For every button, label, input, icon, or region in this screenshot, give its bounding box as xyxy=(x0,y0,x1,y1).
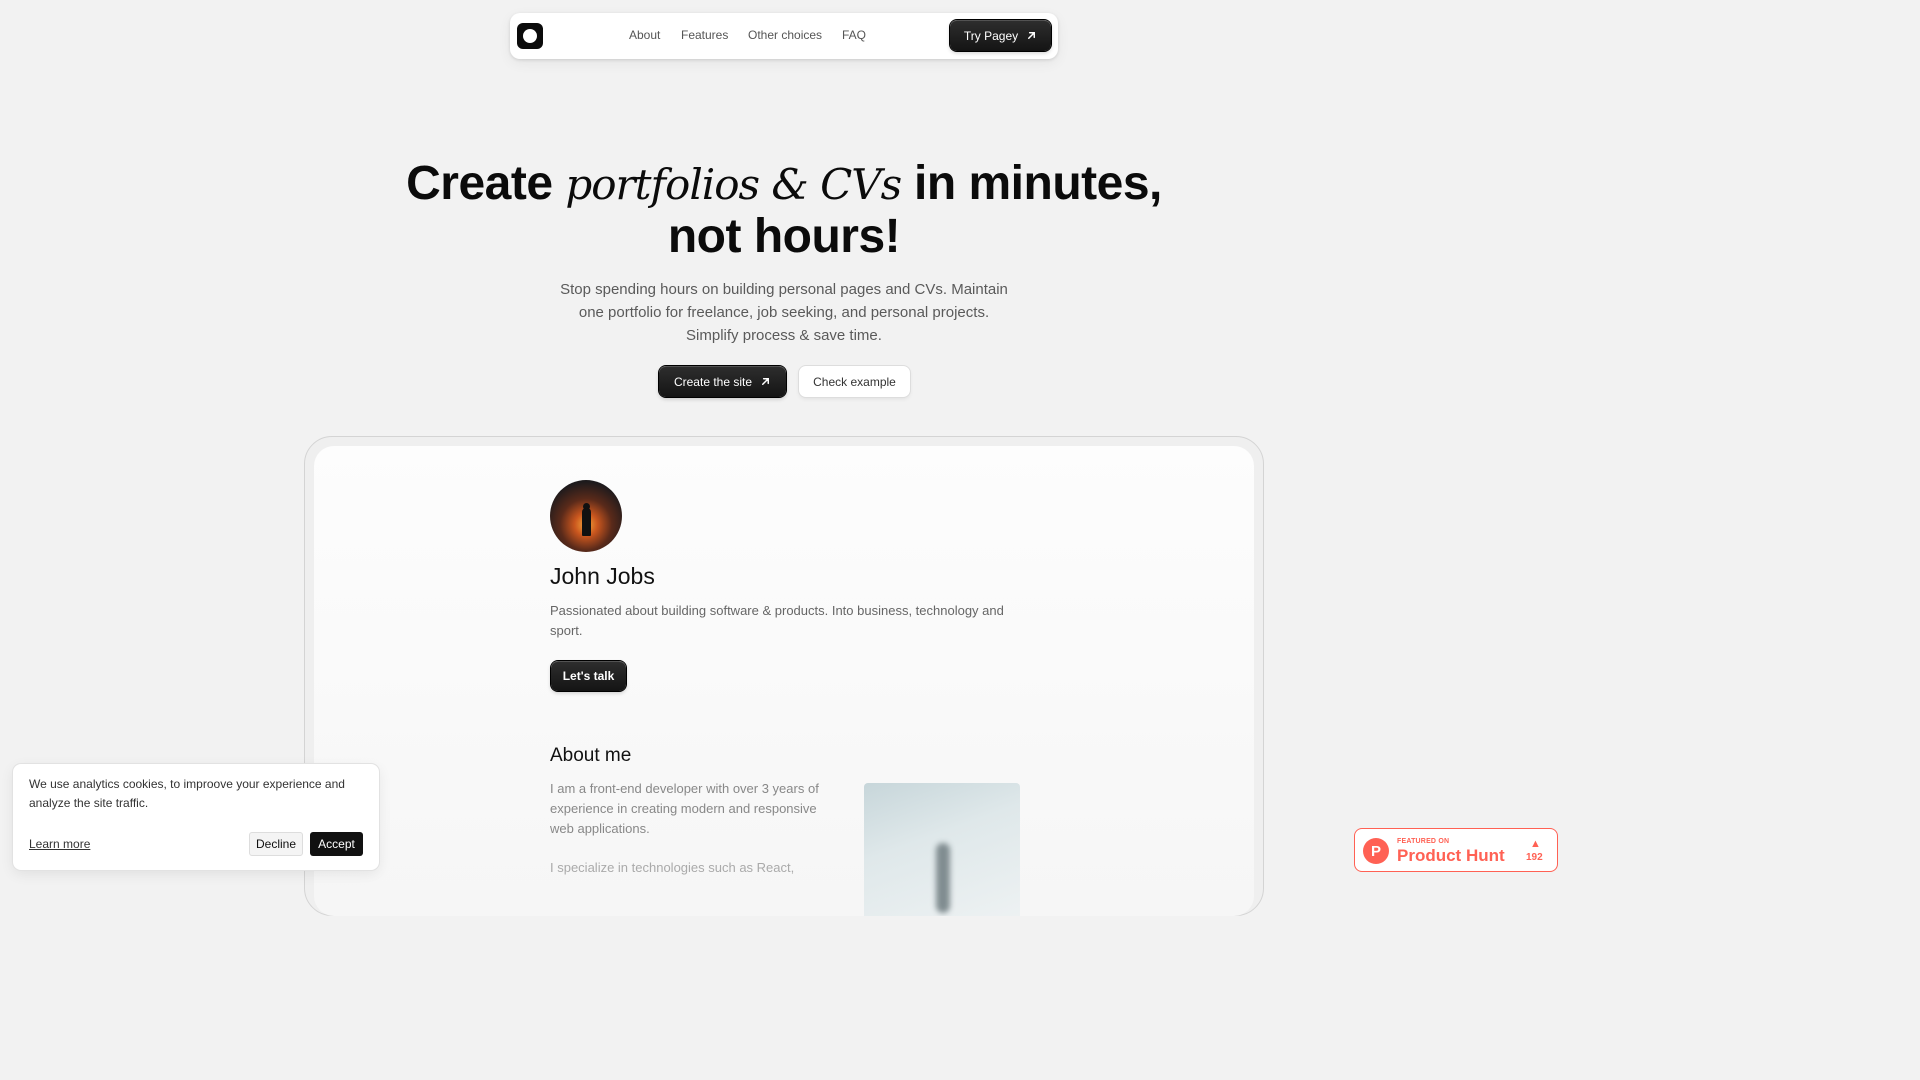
portfolio-preview: John Jobs Passionated about building sof… xyxy=(314,446,1254,916)
hero-title-end: in minutes, xyxy=(901,157,1162,210)
hero-title-italic: portfolios & CVs xyxy=(565,160,902,209)
profile-bio: Passionated about building software & pr… xyxy=(550,603,1004,638)
cookie-banner: We use analytics cookies, to improove yo… xyxy=(13,764,379,870)
create-site-button[interactable]: Create the site xyxy=(659,366,786,397)
lets-talk-button[interactable]: Let's talk xyxy=(551,661,626,691)
hero-subtitle: Stop spending hours on building personal… xyxy=(560,281,1008,344)
learn-more-link[interactable]: Learn more xyxy=(29,837,90,851)
nav-link-other-choices[interactable]: Other choices xyxy=(748,28,822,42)
about-me-text: I am a front-end developer with over 3 y… xyxy=(550,781,819,836)
hero-title-line2: not hours! xyxy=(667,210,901,263)
hero-title-start: Create xyxy=(406,157,566,210)
accept-button[interactable]: Accept xyxy=(310,832,363,856)
check-example-label: Check example xyxy=(813,374,896,389)
arrow-up-right-icon xyxy=(762,378,769,385)
product-hunt-votes: 192 xyxy=(1526,852,1543,863)
arrow-up-right-icon xyxy=(1028,32,1036,39)
cookie-text: We use analytics cookies, to improove yo… xyxy=(29,777,345,810)
top-navbar: About Features Other choices FAQ Try Pag… xyxy=(510,13,1058,59)
avatar-figure-body xyxy=(582,508,591,536)
try-pagey-button[interactable]: Try Pagey xyxy=(950,20,1051,51)
decline-button[interactable]: Decline xyxy=(249,832,303,856)
product-hunt-logo-icon: P xyxy=(1363,838,1389,864)
about-me-heading: About me xyxy=(550,745,632,766)
about-me-image xyxy=(864,783,1020,916)
avatar xyxy=(550,480,622,552)
pagey-logo-icon[interactable] xyxy=(517,23,543,49)
check-example-button[interactable]: Check example xyxy=(799,366,910,397)
nav-link-faq[interactable]: FAQ xyxy=(842,28,866,42)
profile-name: John Jobs xyxy=(550,563,655,589)
hero-title: Create portfolios & CVs in minutes, not … xyxy=(0,158,1568,263)
nav-link-features[interactable]: Features xyxy=(681,28,728,42)
nav-link-about[interactable]: About xyxy=(629,28,660,42)
product-hunt-name: Product Hunt xyxy=(1397,846,1505,865)
create-site-label: Create the site xyxy=(673,374,753,389)
lets-talk-label: Let's talk xyxy=(562,669,615,683)
about-me-text-2: I specialize in technologies such as Rea… xyxy=(550,860,795,875)
product-hunt-featured: FEATURED ON xyxy=(1397,838,1450,845)
upvote-triangle-icon: ▲ xyxy=(1530,838,1541,850)
product-hunt-badge[interactable]: P FEATURED ON Product Hunt ▲ 192 xyxy=(1354,828,1558,872)
blurred-figure xyxy=(936,843,950,913)
try-pagey-label: Try Pagey xyxy=(963,28,1019,43)
